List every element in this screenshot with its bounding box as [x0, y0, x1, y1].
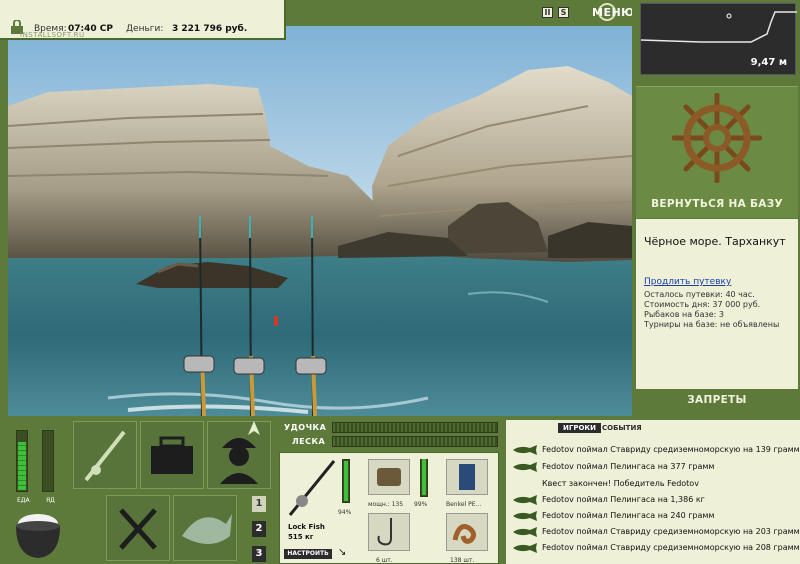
rod-wear-meter	[342, 459, 350, 503]
fisherman-slot[interactable]	[207, 421, 271, 489]
game-screen: Время: 07:40 СР Деньги: 3 221 796 руб. I…	[0, 0, 800, 564]
location-title: Чёрное море. Тарханкут	[644, 235, 786, 248]
money-value: 3 221 796 руб.	[172, 24, 248, 34]
setup-arrow-icon[interactable]: ↘	[338, 547, 346, 558]
rod-percent: 94%	[338, 509, 352, 516]
catch-slot[interactable]	[173, 495, 237, 561]
depth-readout: 9,47 м	[750, 57, 787, 68]
food-meter	[16, 430, 28, 492]
rod-name: Lock Fish	[288, 523, 325, 531]
hook-count: 6 шт.	[376, 557, 393, 564]
poison-meter	[42, 430, 54, 492]
reel-power: мощн.: 135	[368, 501, 404, 508]
bait-slot[interactable]	[446, 513, 488, 551]
eat-slot[interactable]	[106, 495, 170, 561]
events-panel: ИГРОКИ СОБЫТИЯ Fedotov поймал Ставриду с…	[506, 420, 800, 564]
fish-event-icon	[513, 495, 537, 505]
event-text: Fedotov поймал Пелингаса на 240 грамм	[542, 511, 715, 520]
tackle-box-slot[interactable]	[140, 421, 204, 489]
rod-reel-icon	[288, 460, 336, 516]
fish-event-icon	[513, 462, 537, 472]
event-row: Fedotov поймал Ставриду средиземноморску…	[510, 442, 800, 458]
bans-button[interactable]: ЗАПРЕТЫ	[636, 394, 798, 406]
event-row: Fedotov поймал Пелингаса на 1,386 кг	[510, 492, 798, 508]
rod-tension-bar	[332, 422, 498, 433]
reel-icon	[377, 468, 401, 486]
fish-event-icon	[513, 527, 537, 537]
watermark: INSTALLSOFT.RU	[20, 31, 85, 39]
event-text: Fedotov поймал Пелингаса на 1,386 кг	[542, 495, 705, 504]
reel-percent: 99%	[414, 501, 428, 508]
rod-icon	[84, 430, 126, 482]
reel-slot[interactable]	[368, 459, 410, 495]
bait-count: 138 шт.	[450, 557, 475, 564]
rod-weight: 515 кг	[288, 533, 314, 541]
poison-label: ЯД	[46, 497, 55, 504]
info-day-cost: Стоимость дня: 37 000 руб.	[644, 300, 761, 309]
cauldron-icon[interactable]	[10, 508, 66, 562]
rod-details-panel: 94% Lock Fish 515 кг НАСТРОИТЬ ↘ мощн.: …	[279, 452, 499, 564]
info-ticket-left: Осталось путевки: 40 час.	[644, 290, 755, 299]
extend-ticket-link[interactable]: Продлить путевку	[644, 277, 731, 287]
fork-knife-icon	[119, 508, 157, 550]
line-tension-bar	[332, 436, 498, 447]
hook-icon	[377, 518, 392, 546]
line-slot[interactable]	[446, 459, 488, 495]
event-text: Fedotov поймал Пелингаса на 377 грамм	[542, 462, 715, 471]
fish-event-icon	[513, 445, 537, 455]
worm-bait-icon	[452, 524, 477, 544]
fishing-line-spool-icon	[459, 464, 475, 490]
hook-slot[interactable]	[368, 513, 410, 551]
fish-icon	[182, 514, 232, 544]
rod-set-1-button[interactable]: 1	[252, 496, 266, 512]
rod-set-2-button[interactable]: 2	[252, 521, 266, 537]
line-name: Benkel PE...	[446, 501, 482, 508]
line-tension-label: ЛЕСКА	[292, 437, 326, 446]
rod-wear-fill	[344, 461, 348, 501]
float-marker	[274, 316, 278, 326]
reel-wear-fill	[422, 459, 426, 495]
event-row: Fedotov поймал Ставриду средиземноморску…	[510, 524, 800, 540]
location-info: Чёрное море. Тарханкут Продлить путевку …	[636, 219, 798, 389]
event-text: Квест закончен! Победитель Fedotov	[542, 479, 699, 488]
status-bar: Время: 07:40 СР Деньги: 3 221 796 руб. I…	[0, 0, 286, 40]
event-row: Fedotov поймал Пелингаса на 240 грамм	[510, 508, 798, 524]
ship-wheel-icon	[672, 93, 762, 183]
event-row: Fedotov поймал Пелингаса на 377 грамм	[510, 459, 798, 475]
event-text: Fedotov поймал Ставриду средиземноморску…	[542, 445, 800, 454]
depth-minimap[interactable]: 9,47 м	[640, 3, 797, 75]
tab-events[interactable]: СОБЫТИЯ	[602, 424, 642, 432]
tab-players[interactable]: ИГРОКИ	[558, 423, 601, 433]
rod-tension-label: УДОЧКА	[284, 423, 327, 432]
fish-event-icon	[513, 511, 537, 521]
pause-button[interactable]: II	[542, 7, 553, 18]
fishing-scene[interactable]	[8, 26, 632, 416]
info-anglers: Рыбаков на базе: 3	[644, 310, 724, 319]
event-text: Fedotov поймал Ставриду средиземноморску…	[542, 543, 800, 552]
food-label: ЕДА	[17, 497, 30, 504]
sea-cliffs-view	[8, 26, 632, 416]
menu-button[interactable]: МЕНЮ	[592, 6, 635, 19]
fish-event-icon	[513, 543, 537, 553]
compass-arrow-icon[interactable]	[247, 420, 261, 436]
event-row: Fedotov поймал Ставриду средиземноморску…	[510, 540, 800, 556]
rod-set-3-button[interactable]: 3	[252, 546, 266, 562]
event-row: Квест закончен! Победитель Fedotov	[510, 476, 798, 492]
setup-button[interactable]: НАСТРОИТЬ	[284, 549, 332, 559]
tackle-box-icon	[151, 436, 193, 474]
reel-wear-meter	[420, 459, 428, 497]
food-meter-fill	[18, 442, 26, 490]
sound-button[interactable]: S	[558, 7, 569, 18]
event-text: Fedotov поймал Ставриду средиземноморску…	[542, 527, 800, 536]
info-tournaments: Турниры на базе: не объявлены	[644, 320, 780, 329]
rod-slot[interactable]	[73, 421, 137, 489]
money-label: Деньги:	[126, 24, 164, 34]
return-to-base-button[interactable]: ВЕРНУТЬСЯ НА БАЗУ	[636, 198, 798, 210]
